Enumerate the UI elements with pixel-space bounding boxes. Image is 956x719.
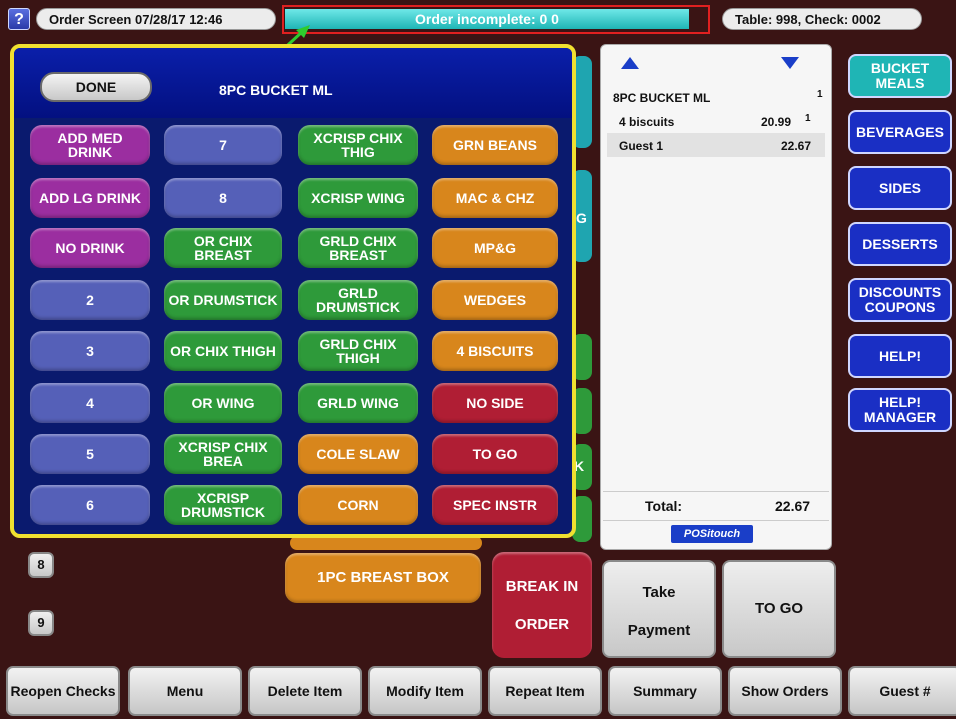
- screen-info: Order Screen 07/28/17 12:46: [36, 8, 276, 30]
- popup-header: DONE 8PC BUCKET ML: [14, 48, 572, 118]
- item-qty: 1: [817, 89, 823, 100]
- nav-category-button[interactable]: SIDES: [848, 166, 952, 210]
- take-label: Take: [642, 584, 676, 601]
- popup-title: 8PC BUCKET ML: [219, 82, 333, 98]
- background-tab-orange: [290, 536, 482, 550]
- modifier-button[interactable]: GRLD WING: [298, 383, 418, 423]
- modifier-button[interactable]: WEDGES: [432, 280, 558, 320]
- nav-category-button[interactable]: DISCOUNTS COUPONS: [848, 278, 952, 322]
- modifier-button[interactable]: NO DRINK: [30, 228, 150, 268]
- modifier-button[interactable]: XCRISP CHIX THIG: [298, 125, 418, 165]
- modifier-button[interactable]: GRLD CHIX THIGH: [298, 331, 418, 371]
- item-name[interactable]: 8PC BUCKET ML: [613, 91, 710, 105]
- status-highlight-box: [282, 5, 710, 34]
- modifier-popup: DONE 8PC BUCKET ML ADD MED DRINK ADD LG D…: [10, 44, 576, 538]
- nav-category-button[interactable]: BUCKET MEALS: [848, 54, 952, 98]
- modifier-button[interactable]: GRLD DRUMSTICK: [298, 280, 418, 320]
- table-check-info: Table: 998, Check: 0002: [722, 8, 922, 30]
- nav-category-button[interactable]: DESSERTS: [848, 222, 952, 266]
- modifier-button[interactable]: SPEC INSTR: [432, 485, 558, 525]
- modifier-button[interactable]: GRLD CHIX BREAST: [298, 228, 418, 268]
- modifier-button[interactable]: CORN: [298, 485, 418, 525]
- modifier-button[interactable]: 6: [30, 485, 150, 525]
- toolbar-button[interactable]: Reopen Checks: [6, 666, 120, 716]
- toolbar-button[interactable]: Summary: [608, 666, 722, 716]
- total-row: Total: 22.67: [603, 491, 829, 521]
- sub-item-name[interactable]: 4 biscuits: [619, 115, 674, 129]
- modifier-button[interactable]: ADD LG DRINK: [30, 178, 150, 218]
- payment-label: Payment: [627, 622, 691, 639]
- order-receipt: 8PC BUCKET ML 1 4 biscuits 20.99 1 Guest…: [600, 44, 832, 550]
- modifier-button[interactable]: XCRISP WING: [298, 178, 418, 218]
- guest-row[interactable]: Guest 1 22.67: [607, 133, 825, 157]
- positouch-logo: POSitouch: [671, 525, 753, 543]
- modifier-button[interactable]: OR WING: [164, 383, 282, 423]
- modifier-button[interactable]: 4: [30, 383, 150, 423]
- sub-item-price: 20.99: [761, 115, 792, 129]
- toolbar-button[interactable]: Menu: [128, 666, 242, 716]
- modifier-button[interactable]: XCRISP DRUMSTICK: [164, 485, 282, 525]
- modifier-button[interactable]: MAC & CHZ: [432, 178, 558, 218]
- top-bar: ? Order Screen 07/28/17 12:46 Order inco…: [0, 0, 956, 40]
- seat-8-button[interactable]: 8: [28, 552, 54, 578]
- scroll-down-icon[interactable]: [781, 57, 799, 69]
- tab-letter: G: [576, 210, 587, 226]
- done-button[interactable]: DONE: [40, 72, 152, 102]
- seat-9-button[interactable]: 9: [28, 610, 54, 636]
- guest-total: 22.67: [781, 139, 812, 153]
- help-icon[interactable]: ?: [8, 8, 30, 30]
- toolbar-button[interactable]: Repeat Item: [488, 666, 602, 716]
- modifier-button[interactable]: MP&G: [432, 228, 558, 268]
- to-go-button[interactable]: TO GO: [722, 560, 836, 658]
- modifier-button[interactable]: 2: [30, 280, 150, 320]
- nav-category-button[interactable]: HELP!: [848, 334, 952, 378]
- breast-box-button[interactable]: 1PC BREAST BOX: [285, 553, 481, 603]
- sub-item-qty: 1: [805, 113, 811, 124]
- toolbar-button[interactable]: Delete Item: [248, 666, 362, 716]
- modifier-button[interactable]: 4 BISCUITS: [432, 331, 558, 371]
- toolbar-button[interactable]: Show Orders: [728, 666, 842, 716]
- modifier-button[interactable]: OR CHIX BREAST: [164, 228, 282, 268]
- order-label: ORDER: [514, 616, 570, 633]
- break-in-order-button[interactable]: BREAK IN ORDER: [492, 552, 592, 658]
- modifier-button[interactable]: OR DRUMSTICK: [164, 280, 282, 320]
- nav-category-button[interactable]: HELP! MANAGER: [848, 388, 952, 432]
- modifier-button[interactable]: 3: [30, 331, 150, 371]
- modifier-button[interactable]: ADD MED DRINK: [30, 125, 150, 165]
- total-label: Total:: [645, 498, 683, 514]
- modifier-button[interactable]: TO GO: [432, 434, 558, 474]
- take-payment-button[interactable]: Take Payment: [602, 560, 716, 658]
- break-in-label: BREAK IN: [505, 578, 579, 595]
- modifier-button[interactable]: OR CHIX THIGH: [164, 331, 282, 371]
- modifier-button[interactable]: NO SIDE: [432, 383, 558, 423]
- guest-label: Guest 1: [619, 139, 664, 153]
- modifier-button[interactable]: 5: [30, 434, 150, 474]
- scroll-up-icon[interactable]: [621, 57, 639, 69]
- modifier-button[interactable]: GRN BEANS: [432, 125, 558, 165]
- total-value: 22.67: [775, 498, 811, 514]
- modifier-button[interactable]: 8: [164, 178, 282, 218]
- toolbar-button[interactable]: Guest #: [848, 666, 956, 716]
- modifier-button[interactable]: COLE SLAW: [298, 434, 418, 474]
- modifier-button[interactable]: XCRISP CHIX BREA: [164, 434, 282, 474]
- modifier-button[interactable]: 7: [164, 125, 282, 165]
- toolbar-button[interactable]: Modify Item: [368, 666, 482, 716]
- nav-category-button[interactable]: BEVERAGES: [848, 110, 952, 154]
